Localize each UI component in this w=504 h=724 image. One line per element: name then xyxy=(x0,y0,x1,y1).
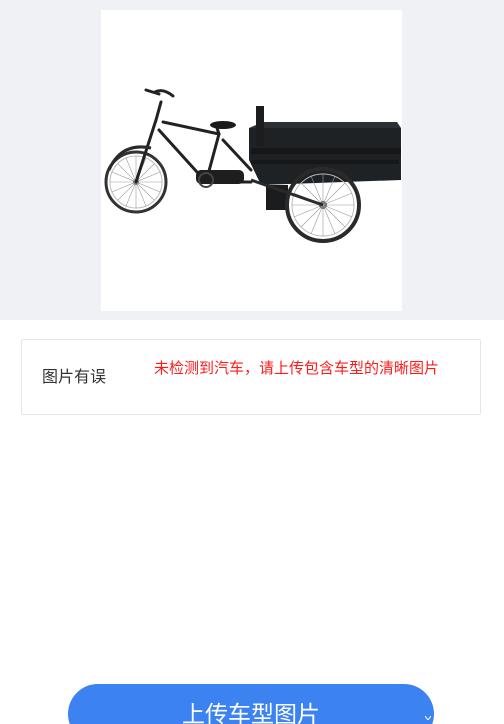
cargo-box xyxy=(249,106,401,210)
cargo-tricycle-image xyxy=(104,88,401,243)
error-message: 未检测到汽车，请上传包含车型的清晰图片 xyxy=(154,359,440,377)
image-preview-area xyxy=(0,0,504,320)
result-label: 图片有误 xyxy=(42,367,107,386)
seat xyxy=(210,121,236,129)
page: 图片有误 未检测到汽车，请上传包含车型的清晰图片 上传车型图片 xyxy=(0,0,504,724)
chevron-down-icon xyxy=(425,716,431,720)
upload-car-image-button[interactable]: 上传车型图片 xyxy=(68,684,434,724)
detection-result-card: 图片有误 未检测到汽车，请上传包含车型的清晰图片 xyxy=(21,339,481,415)
uploaded-photo xyxy=(101,10,402,311)
bicycle-frame xyxy=(134,88,253,184)
chain-guard xyxy=(196,170,244,184)
